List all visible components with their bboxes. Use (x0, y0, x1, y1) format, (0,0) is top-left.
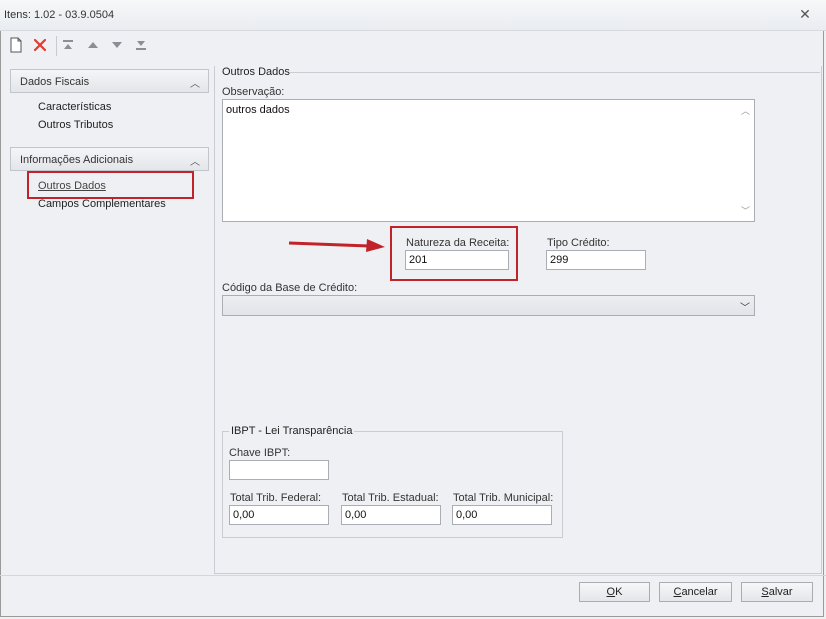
sidebar-item-campos-complementares[interactable]: Campos Complementares (38, 198, 166, 210)
save-label: alvar (768, 586, 793, 598)
close-icon[interactable]: ✕ (798, 7, 812, 21)
ok-button[interactable]: OK (579, 582, 650, 602)
total-trib-federal-label: Total Trib. Federal: (230, 492, 322, 504)
save-mnemonic: S (761, 586, 769, 598)
new-document-icon[interactable] (9, 37, 27, 53)
footer-divider (0, 575, 826, 576)
ok-label: K (615, 586, 623, 598)
toolbar (0, 31, 826, 59)
observacao-value: outros dados (226, 104, 290, 116)
total-trib-municipal-label: Total Trib. Municipal: (453, 492, 554, 504)
chevron-up-icon: ︿ (190, 79, 200, 90)
vertical-scrollbar[interactable]: ︿ ﹀ (738, 100, 754, 221)
save-button[interactable]: Salvar (741, 582, 813, 602)
total-trib-municipal-input[interactable]: 0,00 (452, 505, 552, 525)
toolbar-separator (56, 36, 57, 56)
move-up-icon[interactable] (86, 37, 104, 53)
sidebar: Dados Fiscais ︿ Características Outros T… (10, 66, 209, 546)
chevron-up-icon: ︿ (190, 157, 200, 168)
codigo-base-credito-select[interactable]: ﹀ (222, 295, 755, 316)
section-title: Outros Dados (222, 66, 290, 78)
tipo-credito-label: Tipo Crédito: (547, 237, 610, 249)
sidebar-item-caracteristicas[interactable]: Características (38, 101, 111, 113)
highlight-annotation-box (27, 171, 194, 199)
ibpt-group-title: IBPT - Lei Transparência (229, 425, 355, 437)
tipo-credito-input[interactable]: 299 (546, 250, 646, 270)
natureza-receita-input[interactable]: 201 (405, 250, 509, 270)
natureza-receita-label: Natureza da Receita: (406, 237, 510, 249)
nav-group-label: Dados Fiscais (20, 76, 90, 88)
codigo-base-credito-label: Código da Base de Crédito: (222, 282, 358, 294)
observacao-label: Observação: (222, 86, 285, 98)
move-last-icon[interactable] (134, 37, 152, 53)
total-trib-estadual-input[interactable]: 0,00 (341, 505, 441, 525)
sidebar-item-outros-tributos[interactable]: Outros Tributos (38, 119, 113, 131)
cancel-button[interactable]: Cancelar (659, 582, 732, 602)
title-bar: Itens: 1.02 - 03.9.0504 ✕ (0, 0, 826, 31)
ok-mnemonic: O (606, 586, 616, 598)
delete-icon[interactable] (32, 37, 50, 53)
total-trib-federal-input[interactable]: 0,00 (229, 505, 329, 525)
move-down-icon[interactable] (110, 37, 128, 53)
nav-group-informacoes-adicionais[interactable]: Informações Adicionais ︿ (10, 147, 209, 171)
window-title: Itens: 1.02 - 03.9.0504 (4, 9, 115, 21)
observacao-textarea[interactable]: outros dados ︿ ﹀ (222, 99, 755, 222)
nav-group-label: Informações Adicionais (20, 154, 134, 166)
total-trib-estadual-label: Total Trib. Estadual: (342, 492, 439, 504)
chave-ibpt-input[interactable] (229, 460, 329, 480)
scroll-up-icon[interactable]: ︿ (741, 104, 750, 117)
scroll-down-icon[interactable]: ﹀ (741, 204, 750, 217)
arrow-annotation-icon (288, 239, 385, 252)
section-divider (290, 72, 820, 73)
chevron-down-icon: ﹀ (740, 303, 750, 314)
nav-group-dados-fiscais[interactable]: Dados Fiscais ︿ (10, 69, 209, 93)
chave-ibpt-label: Chave IBPT: (229, 447, 291, 459)
cancel-label: ancelar (681, 586, 718, 598)
move-first-icon[interactable] (61, 37, 79, 53)
